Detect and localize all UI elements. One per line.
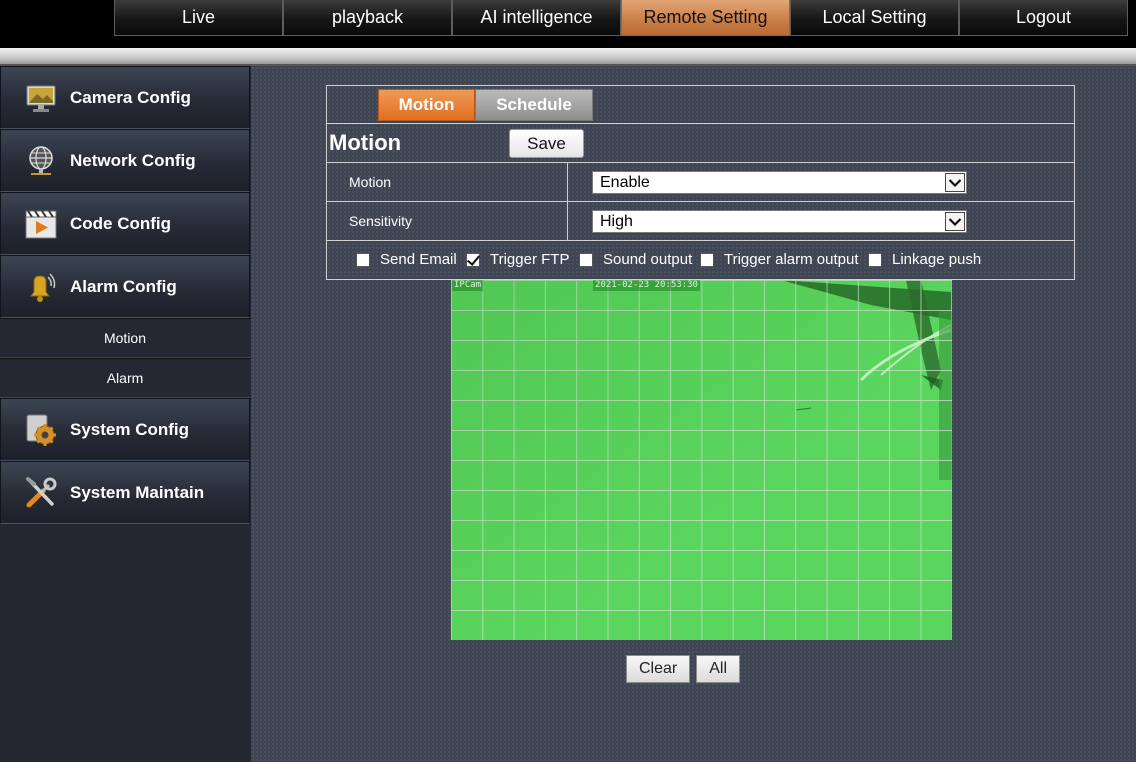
checkbox-box[interactable] bbox=[579, 252, 593, 267]
row-divider bbox=[567, 202, 568, 240]
tab-motion[interactable]: Motion bbox=[378, 89, 475, 121]
sidebar-label: Alarm Config bbox=[70, 276, 177, 296]
top-bar: Live playback AI intelligence Remote Set… bbox=[0, 0, 1136, 48]
sidebar: Camera Config Network Config Code Config… bbox=[0, 66, 251, 762]
row-divider bbox=[567, 163, 568, 201]
save-button[interactable]: Save bbox=[509, 129, 584, 158]
tab-schedule[interactable]: Schedule bbox=[475, 89, 593, 121]
linkage-push-checkbox[interactable]: Linkage push bbox=[868, 251, 981, 268]
checkbox-box[interactable] bbox=[466, 252, 480, 267]
video-shade bbox=[451, 280, 952, 640]
sidebar-item-code-config[interactable]: Code Config bbox=[0, 192, 250, 255]
tools-icon bbox=[24, 476, 58, 510]
checkbox-label: Trigger FTP bbox=[490, 251, 570, 268]
top-nav: Live playback AI intelligence Remote Set… bbox=[114, 0, 1128, 36]
sidebar-item-alarm-config[interactable]: Alarm Config bbox=[0, 255, 250, 318]
alarm-actions-row: Send Email Trigger FTP Sound output Trig… bbox=[327, 241, 1074, 280]
motion-row: Motion Enable bbox=[327, 163, 1074, 202]
title-row: Motion Save bbox=[327, 124, 1074, 163]
clapperboard-icon bbox=[24, 207, 58, 241]
send-email-checkbox[interactable]: Send Email bbox=[356, 251, 457, 268]
sidebar-subitem-motion[interactable]: Motion bbox=[0, 318, 250, 358]
sensitivity-row: Sensitivity High bbox=[327, 202, 1074, 241]
sidebar-subitem-alarm[interactable]: Alarm bbox=[0, 358, 250, 398]
main-content: Motion Schedule Motion Save Motion Enabl… bbox=[251, 66, 1136, 762]
chevron-down-icon[interactable] bbox=[945, 173, 965, 192]
checkbox-label: Trigger alarm output bbox=[724, 251, 859, 268]
motion-label: Motion bbox=[349, 174, 392, 190]
nav-local-setting[interactable]: Local Setting bbox=[790, 0, 959, 36]
motion-select-value: Enable bbox=[600, 173, 650, 191]
clear-button[interactable]: Clear bbox=[626, 655, 691, 683]
motion-select[interactable]: Enable bbox=[592, 171, 967, 194]
sidebar-label: Camera Config bbox=[70, 87, 191, 107]
tabs-row: Motion Schedule bbox=[327, 86, 1074, 124]
alarm-bell-icon bbox=[24, 270, 58, 304]
nav-playback[interactable]: playback bbox=[283, 0, 452, 36]
sensitivity-select[interactable]: High bbox=[592, 210, 967, 233]
trigger-alarm-output-checkbox[interactable]: Trigger alarm output bbox=[700, 251, 859, 268]
motion-settings-panel: Motion Schedule Motion Save Motion Enabl… bbox=[326, 85, 1075, 280]
checkbox-box[interactable] bbox=[868, 252, 882, 267]
checkbox-label: Send Email bbox=[380, 251, 457, 268]
osd-camera-name: IPCam bbox=[452, 280, 484, 291]
header-divider bbox=[0, 48, 1136, 66]
motion-detection-area[interactable]: IPCam 2021-02-23 20:53:30 bbox=[451, 280, 952, 640]
sensitivity-label: Sensitivity bbox=[349, 213, 413, 229]
sidebar-item-system-maintain[interactable]: System Maintain bbox=[0, 461, 250, 524]
chevron-down-icon[interactable] bbox=[945, 212, 965, 231]
trigger-ftp-checkbox[interactable]: Trigger FTP bbox=[466, 251, 569, 268]
gear-icon bbox=[24, 413, 58, 447]
sound-output-checkbox[interactable]: Sound output bbox=[579, 251, 692, 268]
monitor-icon bbox=[24, 81, 58, 115]
sidebar-item-camera-config[interactable]: Camera Config bbox=[0, 66, 250, 129]
checkbox-box[interactable] bbox=[700, 252, 714, 267]
all-button[interactable]: All bbox=[696, 655, 741, 683]
sensitivity-select-value: High bbox=[600, 212, 633, 230]
sidebar-item-system-config[interactable]: System Config bbox=[0, 398, 250, 461]
nav-ai-intelligence[interactable]: AI intelligence bbox=[452, 0, 621, 36]
checkbox-box[interactable] bbox=[356, 252, 370, 267]
checkbox-label: Linkage push bbox=[892, 251, 982, 268]
checkbox-label: Sound output bbox=[603, 251, 693, 268]
sidebar-label: System Config bbox=[70, 419, 190, 439]
nav-logout[interactable]: Logout bbox=[959, 0, 1128, 36]
sidebar-label: System Maintain bbox=[70, 482, 205, 502]
nav-live[interactable]: Live bbox=[114, 0, 283, 36]
section-title: Motion bbox=[329, 130, 402, 155]
grid-button-row: Clear All bbox=[626, 655, 741, 683]
sidebar-label: Network Config bbox=[70, 150, 196, 170]
globe-icon bbox=[24, 144, 58, 178]
sidebar-label: Code Config bbox=[70, 213, 172, 233]
nav-remote-setting[interactable]: Remote Setting bbox=[621, 0, 790, 36]
osd-timestamp: 2021-02-23 20:53:30 bbox=[593, 280, 700, 291]
sidebar-item-network-config[interactable]: Network Config bbox=[0, 129, 250, 192]
